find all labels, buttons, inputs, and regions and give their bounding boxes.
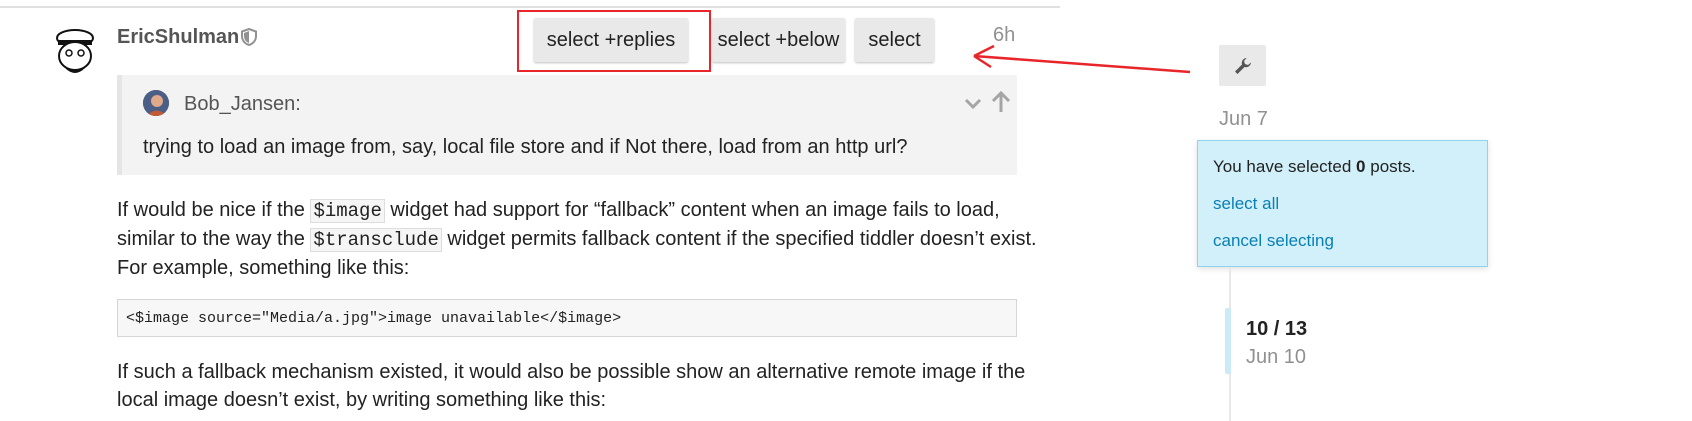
timeline-start-date[interactable]: Jun 7 — [1219, 108, 1268, 131]
select-all-link[interactable]: select all — [1213, 194, 1279, 214]
quote-username: Bob_Jansen: — [184, 93, 301, 115]
cancel-selecting-link[interactable]: cancel selecting — [1213, 231, 1334, 251]
select-below-button[interactable]: select +below — [712, 18, 845, 62]
timeline-handle[interactable] — [1225, 308, 1231, 374]
text-span: similar to the way the — [117, 228, 311, 250]
inline-code: $image — [310, 199, 385, 223]
chevron-down-icon[interactable] — [962, 92, 984, 114]
quote-avatar[interactable] — [143, 90, 169, 116]
timeline-date: Jun 10 — [1246, 346, 1307, 368]
text-line: For example, something like this: — [117, 257, 410, 279]
text-line: If such a fallback mechanism existed, it… — [117, 361, 1026, 383]
post-username[interactable]: EricShulman — [117, 26, 239, 49]
shield-icon — [241, 28, 257, 46]
text-span: widget had support for “fallback” conten… — [384, 199, 1000, 221]
selection-prefix: You have selected — [1213, 157, 1357, 176]
selection-suffix: posts. — [1365, 157, 1416, 176]
text-line: local image doesn’t exist, by writing so… — [117, 389, 607, 411]
highlight-annotation-box — [517, 10, 711, 72]
top-divider — [0, 6, 1060, 8]
text-span: widget permits fallback content if the s… — [441, 228, 1037, 250]
inline-code: $transclude — [310, 228, 442, 252]
post-paragraph: If would be nice if the $image widget ha… — [117, 196, 1037, 282]
author-avatar[interactable] — [52, 26, 98, 82]
annotation-arrow — [973, 44, 1191, 74]
selection-panel: You have selected 0 posts. select all ca… — [1197, 140, 1488, 267]
select-button[interactable]: select — [855, 18, 934, 62]
text-span: If would be nice if the — [117, 199, 311, 221]
selection-count: 0 — [1356, 157, 1366, 176]
selection-status: You have selected 0 posts. — [1213, 157, 1416, 177]
quote-block: Bob_Jansen: trying to load an image from… — [117, 75, 1017, 175]
post-paragraph: If such a fallback mechanism existed, it… — [117, 358, 1025, 414]
code-block: <$image source="Media/a.jpg">image unava… — [117, 299, 1017, 337]
quote-text: trying to load an image from, say, local… — [143, 136, 908, 158]
timeline-position: 10 / 13 — [1246, 318, 1308, 340]
admin-wrench-button[interactable] — [1219, 45, 1266, 86]
arrow-up-icon[interactable] — [990, 90, 1012, 114]
wrench-icon — [1235, 58, 1251, 74]
